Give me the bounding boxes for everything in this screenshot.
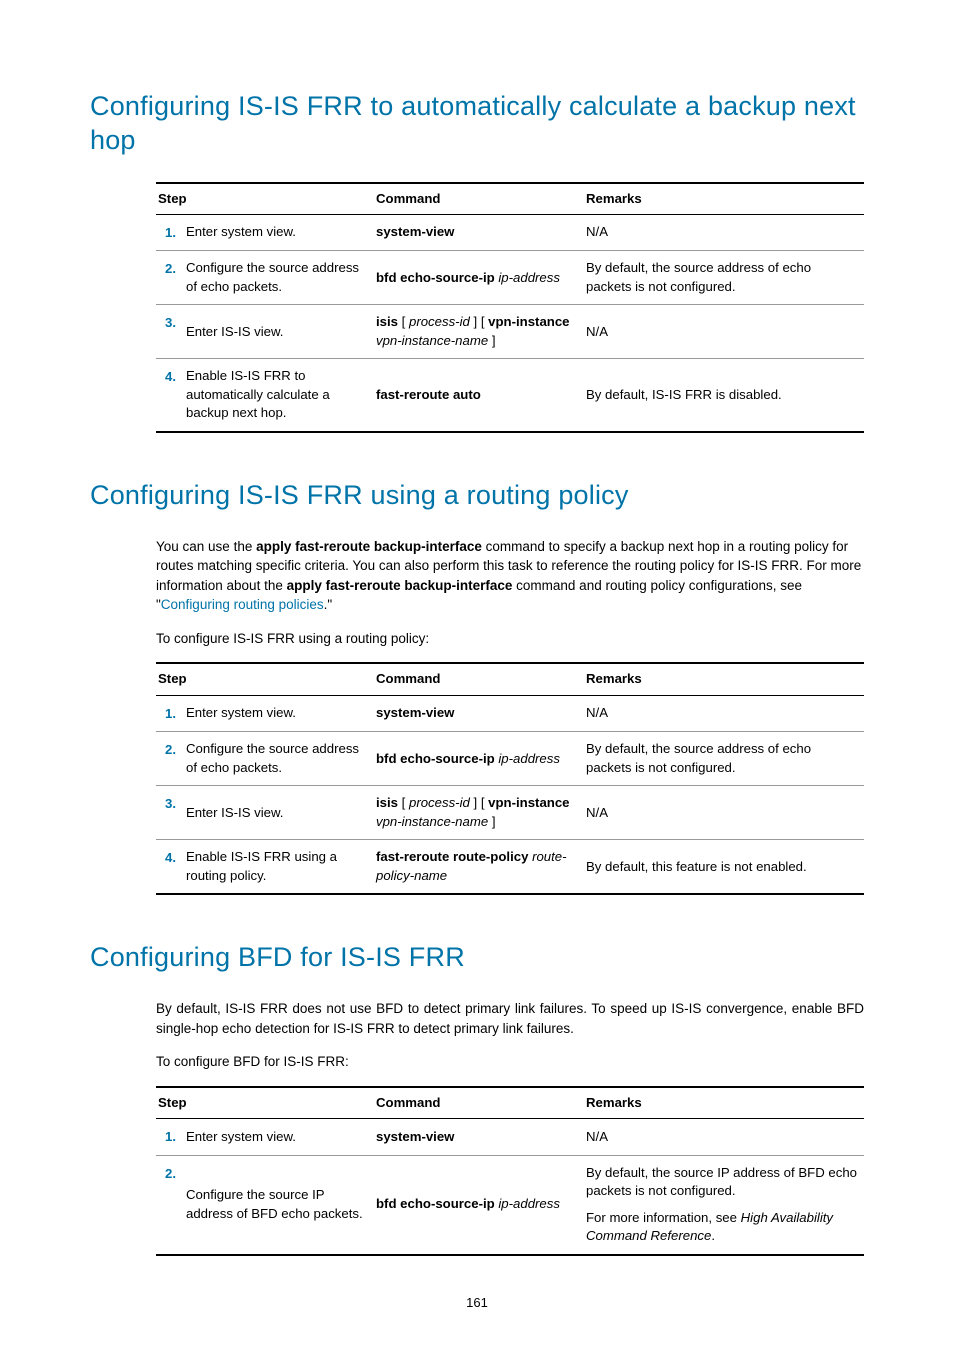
step-remarks: By default, this feature is not enabled. xyxy=(584,840,864,894)
step-description: Configure the source IP address of BFD e… xyxy=(184,1155,374,1254)
step-command: bfd echo-source-ip ip-address xyxy=(374,1155,584,1254)
step-command: fast-reroute auto xyxy=(374,359,584,432)
section-title: Configuring IS-IS FRR to automatically c… xyxy=(90,90,864,158)
step-description: Configure the source address of echo pac… xyxy=(184,251,374,305)
table-row: 3. Enter IS-IS view. isis [ process-id ]… xyxy=(156,305,864,359)
lead-in-text: To configure IS-IS FRR using a routing p… xyxy=(156,629,864,649)
step-command: system-view xyxy=(374,1119,584,1155)
step-description: Enter system view. xyxy=(184,214,374,250)
step-description: Enable IS-IS FRR to automatically calcul… xyxy=(184,359,374,432)
steps-table-3: Step Command Remarks 1. Enter system vie… xyxy=(156,1086,864,1256)
col-step: Step xyxy=(156,183,374,215)
step-remarks: By default, the source address of echo p… xyxy=(584,732,864,786)
col-remarks: Remarks xyxy=(584,183,864,215)
step-number: 4. xyxy=(156,359,184,432)
step-remarks: N/A xyxy=(584,305,864,359)
step-command: isis [ process-id ] [ vpn-instance vpn-i… xyxy=(374,786,584,840)
step-description: Enter IS-IS view. xyxy=(184,786,374,840)
col-step: Step xyxy=(156,1087,374,1119)
table-header-row: Step Command Remarks xyxy=(156,663,864,695)
section-routing-policy: Configuring IS-IS FRR using a routing po… xyxy=(90,479,864,895)
steps-table-2: Step Command Remarks 1. Enter system vie… xyxy=(156,662,864,895)
step-remarks: By default, the source address of echo p… xyxy=(584,251,864,305)
step-number: 3. xyxy=(156,786,184,840)
table-row: 1. Enter system view. system-view N/A xyxy=(156,695,864,731)
col-step: Step xyxy=(156,663,374,695)
step-number: 4. xyxy=(156,840,184,894)
table-header-row: Step Command Remarks xyxy=(156,183,864,215)
col-command: Command xyxy=(374,663,584,695)
step-remarks: By default, the source IP address of BFD… xyxy=(584,1155,864,1254)
step-remarks: N/A xyxy=(584,1119,864,1155)
table-row: 4. Enable IS-IS FRR to automatically cal… xyxy=(156,359,864,432)
table-row: 3. Enter IS-IS view. isis [ process-id ]… xyxy=(156,786,864,840)
col-remarks: Remarks xyxy=(584,663,864,695)
table-row: 1. Enter system view. system-view N/A xyxy=(156,214,864,250)
step-command: bfd echo-source-ip ip-address xyxy=(374,251,584,305)
step-command: system-view xyxy=(374,214,584,250)
step-command: fast-reroute route-policy route-policy-n… xyxy=(374,840,584,894)
intro-paragraph: By default, IS-IS FRR does not use BFD t… xyxy=(156,999,864,1038)
table-row: 2. Configure the source address of echo … xyxy=(156,732,864,786)
step-remarks: N/A xyxy=(584,695,864,731)
table-row: 4. Enable IS-IS FRR using a routing poli… xyxy=(156,840,864,894)
step-number: 1. xyxy=(156,214,184,250)
table-row: 2. Configure the source address of echo … xyxy=(156,251,864,305)
col-remarks: Remarks xyxy=(584,1087,864,1119)
table-header-row: Step Command Remarks xyxy=(156,1087,864,1119)
page-number: 161 xyxy=(90,1294,864,1312)
routing-policies-link[interactable]: Configuring routing policies xyxy=(161,597,324,612)
lead-in-text: To configure BFD for IS-IS FRR: xyxy=(156,1052,864,1072)
step-command: isis [ process-id ] [ vpn-instance vpn-i… xyxy=(374,305,584,359)
step-number: 2. xyxy=(156,251,184,305)
step-description: Configure the source address of echo pac… xyxy=(184,732,374,786)
step-number: 2. xyxy=(156,732,184,786)
steps-table-1: Step Command Remarks 1. Enter system vie… xyxy=(156,182,864,433)
intro-paragraph: You can use the apply fast-reroute backu… xyxy=(156,537,864,615)
section-bfd: Configuring BFD for IS-IS FRR By default… xyxy=(90,941,864,1255)
step-description: Enter IS-IS view. xyxy=(184,305,374,359)
step-description: Enable IS-IS FRR using a routing policy. xyxy=(184,840,374,894)
step-remarks: By default, IS-IS FRR is disabled. xyxy=(584,359,864,432)
table-row: 1. Enter system view. system-view N/A xyxy=(156,1119,864,1155)
step-remarks: N/A xyxy=(584,214,864,250)
step-description: Enter system view. xyxy=(184,1119,374,1155)
step-command: bfd echo-source-ip ip-address xyxy=(374,732,584,786)
section-auto-backup: Configuring IS-IS FRR to automatically c… xyxy=(90,90,864,433)
step-number: 2. xyxy=(156,1155,184,1254)
step-number: 3. xyxy=(156,305,184,359)
step-number: 1. xyxy=(156,695,184,731)
step-command: system-view xyxy=(374,695,584,731)
section-title: Configuring IS-IS FRR using a routing po… xyxy=(90,479,864,513)
step-description: Enter system view. xyxy=(184,695,374,731)
col-command: Command xyxy=(374,1087,584,1119)
section-title: Configuring BFD for IS-IS FRR xyxy=(90,941,864,975)
step-number: 1. xyxy=(156,1119,184,1155)
table-row: 2. Configure the source IP address of BF… xyxy=(156,1155,864,1254)
step-remarks: N/A xyxy=(584,786,864,840)
col-command: Command xyxy=(374,183,584,215)
